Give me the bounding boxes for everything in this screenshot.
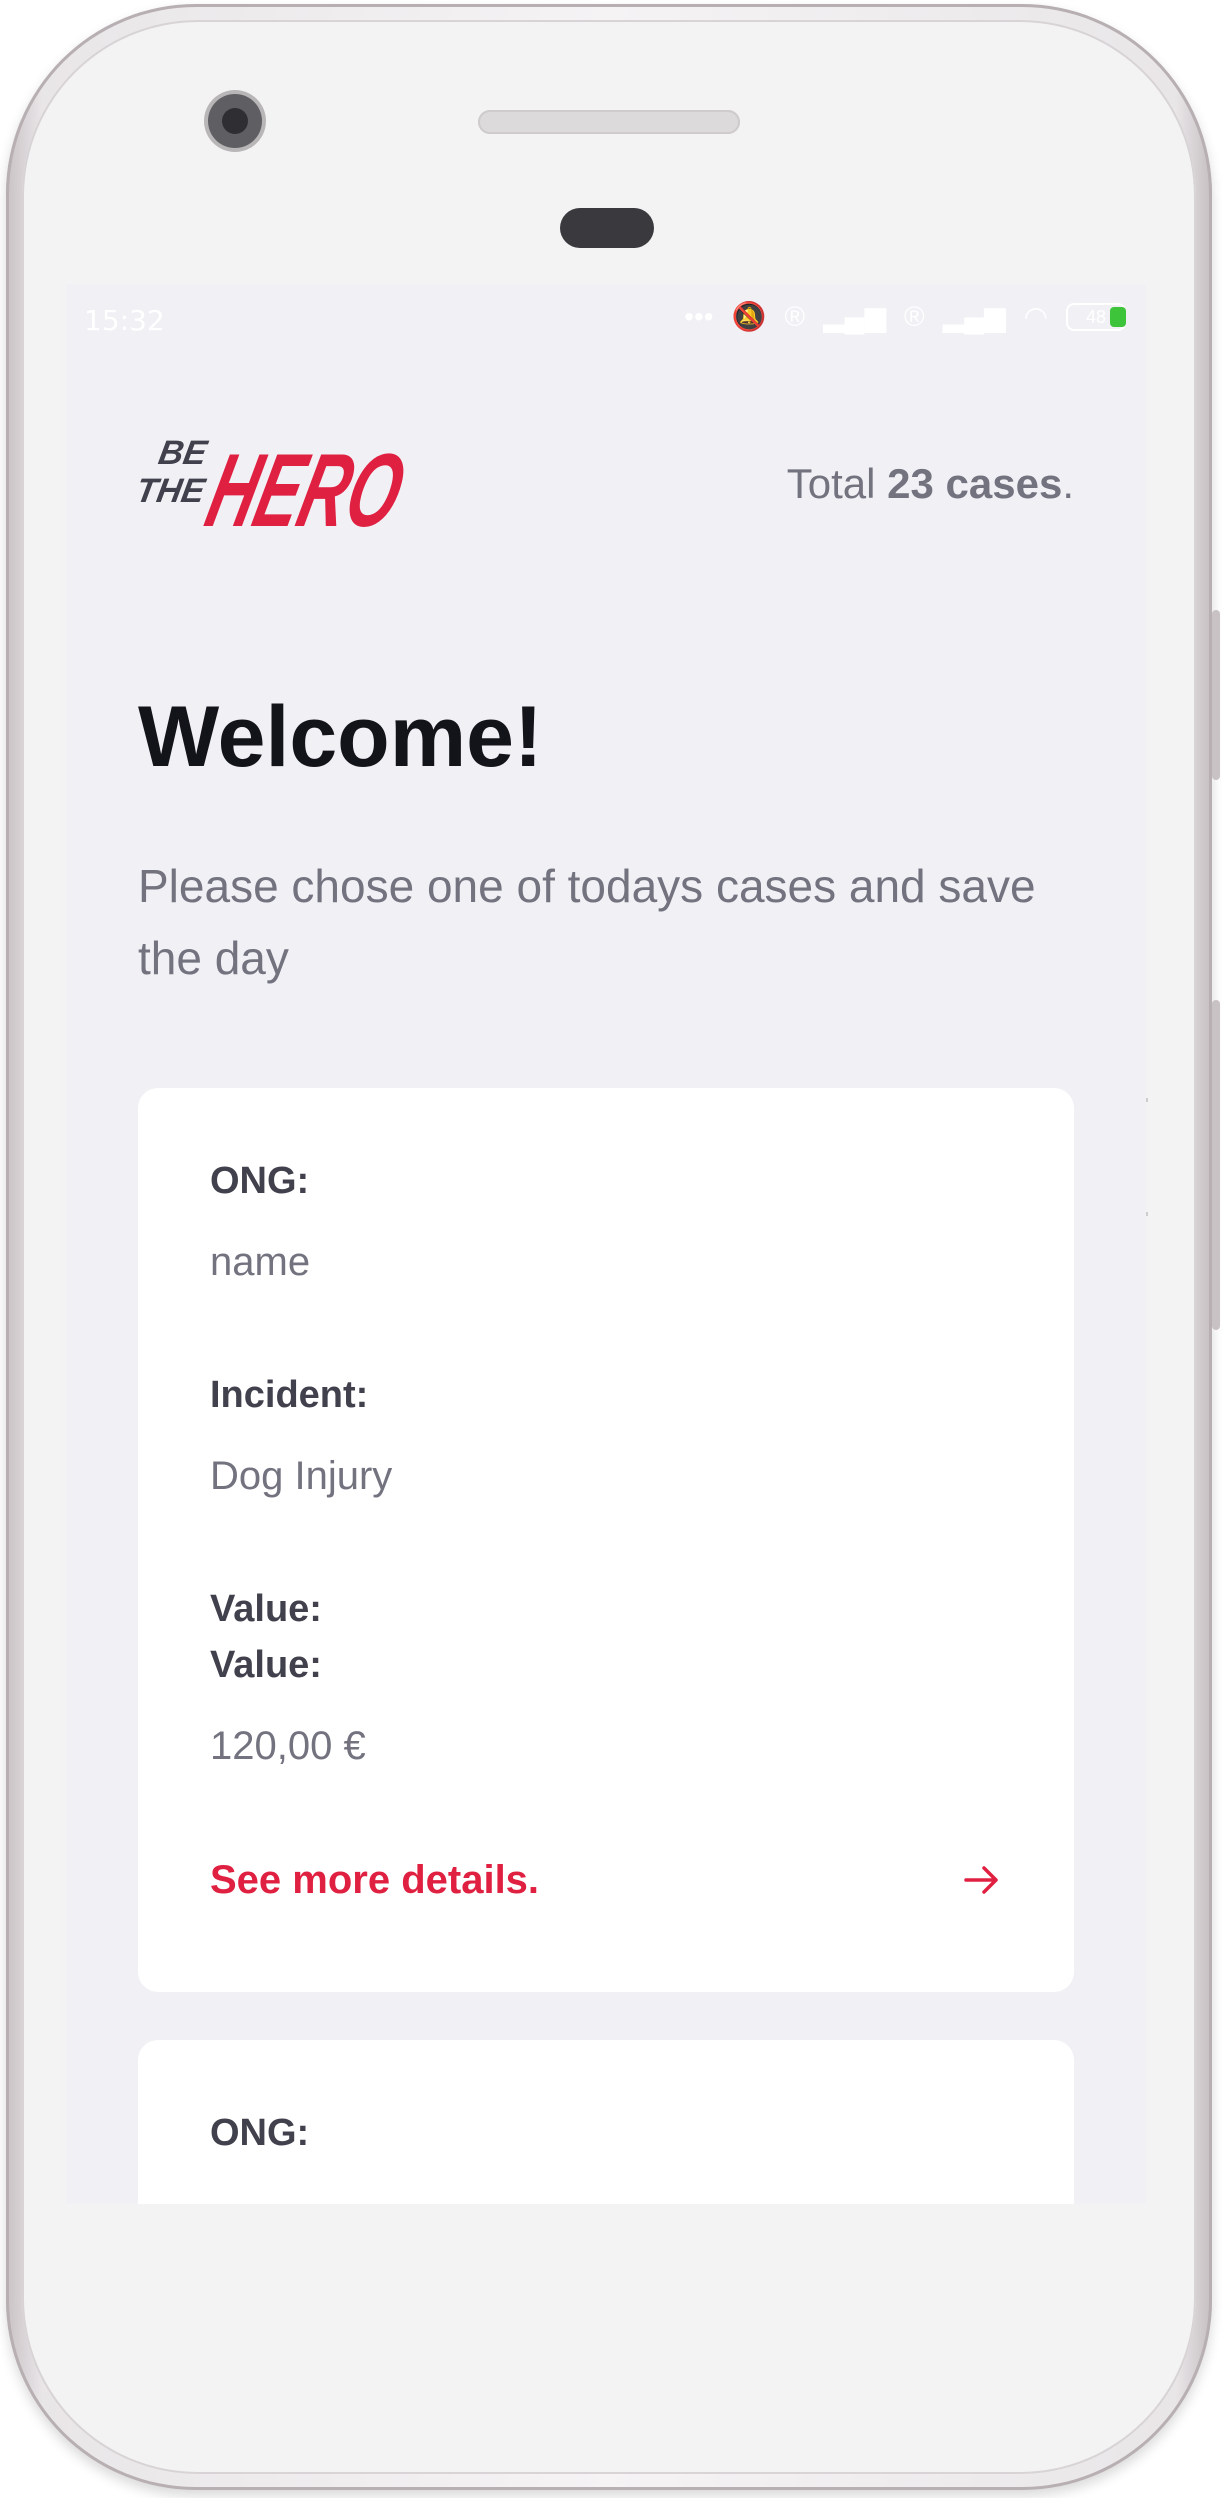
incident-card: ONG:	[138, 2040, 1074, 2204]
proximity-sensor	[560, 208, 654, 248]
total-suffix: .	[1062, 460, 1074, 507]
battery-level: 48	[1085, 306, 1107, 327]
status-bar: 15:32 ••• 🔕 ® ▂▄▆ ® ▂▄▆ ◠ 48	[66, 284, 1146, 354]
front-camera	[208, 94, 262, 148]
be-the-hero-logo: BE THE HERO	[138, 432, 415, 548]
page-title: Welcome!	[138, 689, 543, 785]
ong-label: ONG:	[210, 1160, 310, 1202]
mute-icon: 🔕	[731, 301, 767, 332]
status-icons: ••• 🔕 ® ▂▄▆ ® ▂▄▆ ◠ 48	[684, 300, 1126, 333]
battery-icon: 48	[1066, 302, 1126, 331]
status-time: 15:32	[84, 304, 165, 337]
app-screen: 15:32 ••• 🔕 ® ▂▄▆ ® ▂▄▆ ◠ 48 BE THE HERO…	[66, 284, 1146, 2204]
logo-the: THE	[138, 472, 209, 510]
more-notifications-icon: •••	[684, 300, 714, 332]
logo-be: BE	[156, 434, 211, 472]
value-label-duplicate: Value:	[210, 1644, 322, 1686]
incident-label: Incident:	[210, 1374, 369, 1416]
value-label: Value:	[210, 1588, 322, 1630]
power-button	[1212, 610, 1220, 780]
volume-button	[1212, 1000, 1220, 1330]
total-cases: Total 23 cases.	[787, 460, 1074, 508]
signal-icon: ▂▄▆	[823, 301, 887, 332]
signal-icon-2: ▂▄▆	[942, 301, 1006, 332]
incident-value: Dog Injury	[210, 1454, 393, 1498]
ong-value: name	[210, 1240, 311, 1284]
total-count: 23 cases	[887, 460, 1063, 507]
roaming-icon: ®	[784, 300, 806, 332]
logo-hero: HERO	[196, 432, 415, 548]
see-details-button[interactable]: See more details.	[210, 1852, 1002, 1908]
incident-card: ONG: name Incident: Dog Injury Value: Va…	[138, 1088, 1074, 1992]
page-subtitle: Please chose one of todays cases and sav…	[138, 860, 1036, 984]
roaming-icon-2: ®	[904, 300, 925, 332]
arrow-right-icon	[964, 1866, 998, 1894]
earpiece-speaker	[478, 110, 740, 134]
value-amount: 120,00 €	[210, 1724, 366, 1768]
wifi-icon: ◠	[1023, 301, 1048, 332]
total-prefix: Total	[786, 460, 888, 507]
ong-label: ONG:	[210, 2112, 310, 2154]
see-details-label: See more details.	[210, 1857, 540, 1902]
header: BE THE HERO Total 23 cases.	[138, 414, 1074, 554]
